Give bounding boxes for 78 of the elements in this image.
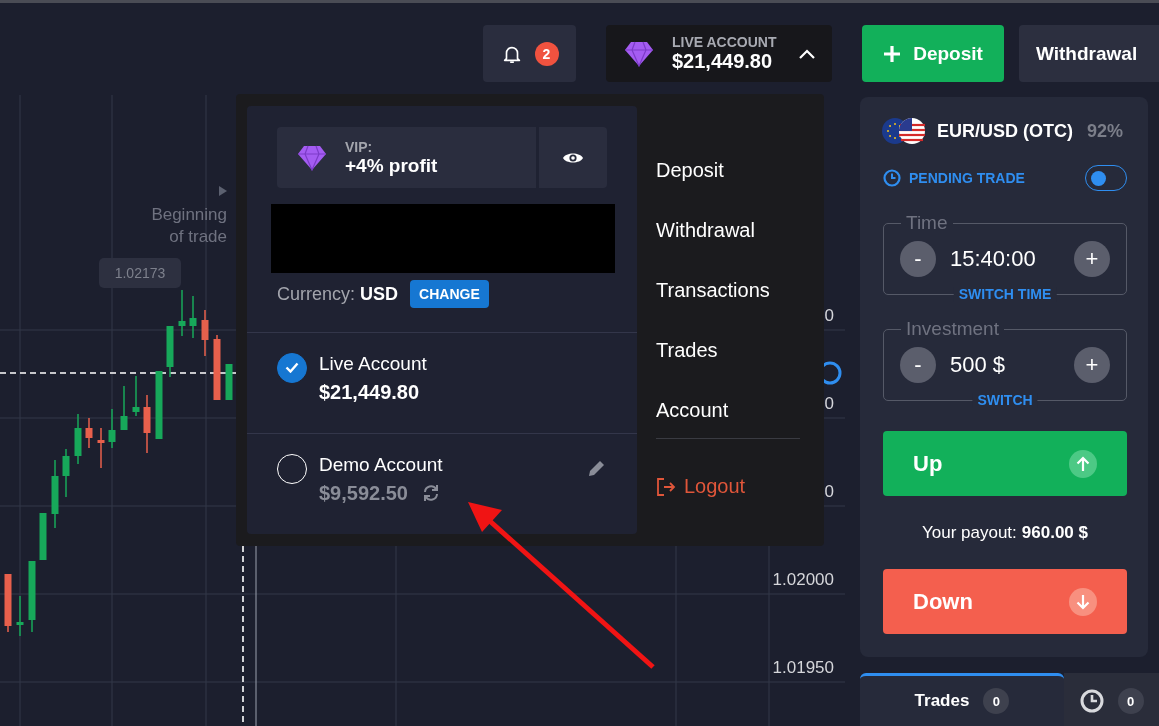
account-type-label: LIVE ACCOUNT xyxy=(672,34,777,50)
trades-tab[interactable]: Trades 0 xyxy=(860,673,1064,726)
candlestick xyxy=(120,385,128,431)
flag-icon xyxy=(881,117,927,145)
arrow-up-icon xyxy=(1069,449,1097,478)
candlestick xyxy=(85,417,93,449)
account-button[interactable]: LIVE ACCOUNT $21,449.80 xyxy=(606,25,832,82)
vip-profit: +4% profit xyxy=(345,154,438,177)
vip-label: VIP: xyxy=(345,138,374,155)
clock-icon xyxy=(883,169,901,187)
payout-percent: 92% xyxy=(1087,120,1124,142)
pencil-icon[interactable] xyxy=(587,458,607,478)
candlestick xyxy=(178,289,186,337)
count-badge: 0 xyxy=(1117,688,1144,714)
change-button[interactable]: CHANGE xyxy=(410,280,489,309)
candlestick xyxy=(143,394,151,454)
play-marker-icon xyxy=(219,186,227,196)
price-label: 0 xyxy=(824,482,834,502)
input-field[interactable]: 500 $ xyxy=(950,352,1060,378)
logout-icon xyxy=(656,476,676,497)
candlestick xyxy=(189,295,197,339)
account-balance: $21,449.80 xyxy=(672,50,773,73)
price-tooltip: 1.02173 xyxy=(99,258,181,288)
pending-trade-label: PENDING TRADE xyxy=(909,170,1026,186)
candlestick xyxy=(108,408,116,449)
candlestick xyxy=(39,512,47,561)
account-balance: $21,449.80 xyxy=(319,381,420,404)
increase-button[interactable]: + xyxy=(1074,347,1110,383)
account-balance: $9,592.50 xyxy=(319,482,408,505)
diamond-icon xyxy=(297,144,327,171)
menu-link[interactable]: Transactions xyxy=(656,271,800,331)
candlestick xyxy=(51,459,59,529)
candlestick xyxy=(62,448,70,498)
payout-text: Your payout: 960.00 $ xyxy=(921,521,1089,544)
plus-icon xyxy=(883,44,902,63)
logout-link[interactable]: Logout xyxy=(656,475,800,498)
switch-link[interactable]: SWITCH xyxy=(972,393,1038,408)
switch-link[interactable]: SWITCH TIME xyxy=(953,287,1057,302)
account-option[interactable]: Live Account $21,449.80 xyxy=(247,332,637,433)
notifications-button[interactable]: 2 xyxy=(483,25,576,82)
asset-name: EUR/USD (OTC) xyxy=(937,120,1073,142)
arrow-down-icon xyxy=(1069,587,1097,616)
clock-icon xyxy=(1079,689,1104,713)
candlestick xyxy=(74,413,82,465)
menu-link[interactable]: Deposit xyxy=(656,151,800,211)
notification-count: 2 xyxy=(534,41,559,66)
decrease-button[interactable]: - xyxy=(900,241,936,277)
input-field[interactable]: 15:40:00 xyxy=(950,246,1060,272)
show-button[interactable] xyxy=(539,127,607,189)
menu-link[interactable]: Account xyxy=(656,391,800,451)
count-badge: 0 xyxy=(983,688,1010,714)
candlestick xyxy=(16,595,24,637)
candlestick xyxy=(4,573,12,633)
candlestick xyxy=(225,363,233,401)
price-label: 1.01950 xyxy=(772,658,834,678)
account-name: Demo Account xyxy=(319,454,444,476)
price-label: 0 xyxy=(824,394,834,414)
withdrawal-button[interactable]: Withdrawal xyxy=(1019,25,1159,82)
price-label: 0 xyxy=(824,306,834,326)
menu-link[interactable]: Trades xyxy=(656,331,800,391)
check-icon xyxy=(285,362,299,374)
increase-button[interactable]: + xyxy=(1074,241,1110,277)
candlestick xyxy=(213,334,221,401)
candlestick xyxy=(97,427,105,469)
price-label: 1.02000 xyxy=(772,570,834,590)
trade-start-label: Beginning of trade xyxy=(151,204,227,248)
candlestick xyxy=(155,370,163,440)
account-name: Live Account xyxy=(319,353,428,375)
candlestick xyxy=(132,375,140,417)
refresh-icon[interactable] xyxy=(422,484,440,503)
menu-link[interactable]: Withdrawal xyxy=(656,211,800,271)
radio-button[interactable] xyxy=(277,353,307,383)
decrease-button[interactable]: - xyxy=(900,347,936,383)
candlestick xyxy=(166,325,174,378)
currency-text: Currency: USD xyxy=(277,283,399,305)
diamond-icon xyxy=(624,40,654,67)
trades-tab[interactable]: 0 xyxy=(1064,673,1159,726)
candlestick xyxy=(201,309,209,357)
